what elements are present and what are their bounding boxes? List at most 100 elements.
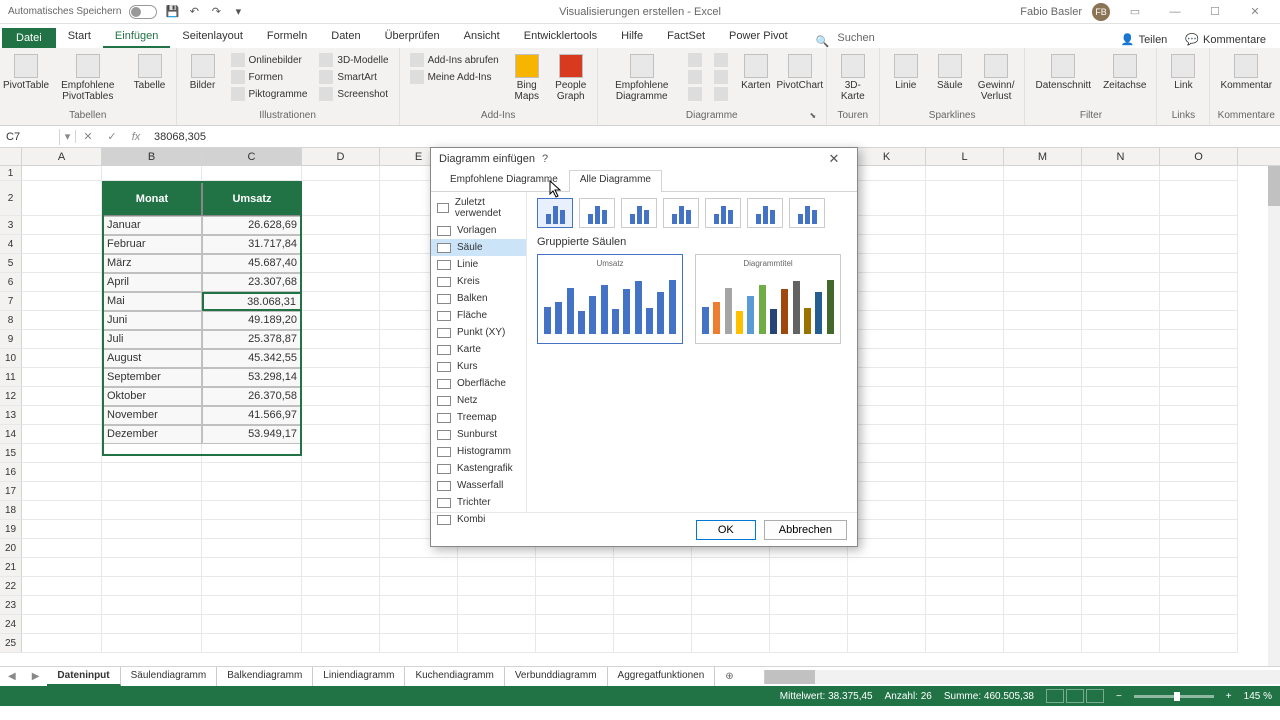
cell-A16[interactable] (22, 463, 102, 482)
cell-K16[interactable] (848, 463, 926, 482)
row-header-12[interactable]: 12 (0, 387, 22, 406)
user-name[interactable]: Fabio Basler (1020, 6, 1082, 18)
cell-O7[interactable] (1160, 292, 1238, 311)
ribbon-tab-formeln[interactable]: Formeln (255, 26, 319, 48)
row-header-2[interactable]: 2 (0, 181, 22, 216)
cell-M6[interactable] (1004, 273, 1082, 292)
cell-O23[interactable] (1160, 596, 1238, 615)
cell-A5[interactable] (22, 254, 102, 273)
cell-B10[interactable]: August (102, 349, 202, 368)
icons-button[interactable]: Piktogramme (227, 86, 312, 102)
cell-G23[interactable] (536, 596, 614, 615)
cell-C7[interactable]: 38.068,31 (202, 292, 302, 311)
cell-A4[interactable] (22, 235, 102, 254)
cell-L16[interactable] (926, 463, 1004, 482)
pictures-button[interactable]: Bilder (183, 52, 223, 93)
cell-O4[interactable] (1160, 235, 1238, 254)
col-header-K[interactable]: K (848, 148, 926, 165)
row-header-20[interactable]: 20 (0, 539, 22, 558)
row-header-18[interactable]: 18 (0, 501, 22, 520)
cell-K1[interactable] (848, 166, 926, 181)
cell-J22[interactable] (770, 577, 848, 596)
cell-D10[interactable] (302, 349, 380, 368)
cell-B7[interactable]: Mai (102, 292, 202, 311)
cell-B25[interactable] (102, 634, 202, 653)
cell-M23[interactable] (1004, 596, 1082, 615)
cell-D11[interactable] (302, 368, 380, 387)
cell-B1[interactable] (102, 166, 202, 181)
cell-J24[interactable] (770, 615, 848, 634)
cell-A22[interactable] (22, 577, 102, 596)
cell-D19[interactable] (302, 520, 380, 539)
cell-B22[interactable] (102, 577, 202, 596)
cell-K8[interactable] (848, 311, 926, 330)
cell-B16[interactable] (102, 463, 202, 482)
cell-C20[interactable] (202, 539, 302, 558)
cell-N20[interactable] (1082, 539, 1160, 558)
cell-M22[interactable] (1004, 577, 1082, 596)
row-header-11[interactable]: 11 (0, 368, 22, 387)
cell-L13[interactable] (926, 406, 1004, 425)
cell-I23[interactable] (692, 596, 770, 615)
cell-M24[interactable] (1004, 615, 1082, 634)
tab-recommended-charts[interactable]: Empfohlene Diagramme (439, 170, 569, 191)
chart-combo-button[interactable] (710, 86, 732, 102)
cell-N9[interactable] (1082, 330, 1160, 349)
cell-M1[interactable] (1004, 166, 1082, 181)
cell-D7[interactable] (302, 292, 380, 311)
cell-M14[interactable] (1004, 425, 1082, 444)
cell-A15[interactable] (22, 444, 102, 463)
peoplegraph-button[interactable]: People Graph (551, 52, 591, 104)
cell-L3[interactable] (926, 216, 1004, 235)
cell-D21[interactable] (302, 558, 380, 577)
chart-type-linie[interactable]: Linie (431, 256, 526, 273)
file-tab[interactable]: Datei (2, 28, 56, 48)
cell-A6[interactable] (22, 273, 102, 292)
cell-N13[interactable] (1082, 406, 1160, 425)
comment-button[interactable]: Kommentar (1216, 52, 1276, 93)
cell-L4[interactable] (926, 235, 1004, 254)
zoom-level[interactable]: 145 % (1244, 691, 1272, 702)
row-header-6[interactable]: 6 (0, 273, 22, 292)
pivotchart-button[interactable]: PivotChart (780, 52, 820, 93)
zoom-out-button[interactable]: − (1116, 691, 1122, 702)
cell-M17[interactable] (1004, 482, 1082, 501)
cell-N1[interactable] (1082, 166, 1160, 181)
timeline-button[interactable]: Zeitachse (1099, 52, 1150, 93)
cell-O8[interactable] (1160, 311, 1238, 330)
cell-B17[interactable] (102, 482, 202, 501)
cell-L12[interactable] (926, 387, 1004, 406)
ribbon-tab-entwicklertools[interactable]: Entwicklertools (512, 26, 609, 48)
cell-O5[interactable] (1160, 254, 1238, 273)
cell-A25[interactable] (22, 634, 102, 653)
cell-L11[interactable] (926, 368, 1004, 387)
ribbon-tab-seitenlayout[interactable]: Seitenlayout (170, 26, 255, 48)
ok-button[interactable]: OK (696, 520, 756, 540)
cell-C22[interactable] (202, 577, 302, 596)
chart-hierarchy-button[interactable] (684, 69, 706, 85)
3dmodel-button[interactable]: 3D-Modelle (315, 52, 392, 68)
chart-type-punktxy[interactable]: Punkt (XY) (431, 324, 526, 341)
cell-D4[interactable] (302, 235, 380, 254)
chart-column-button[interactable] (684, 52, 706, 68)
cell-H25[interactable] (614, 634, 692, 653)
comments-button[interactable]: 💬Kommentare (1177, 31, 1274, 48)
cell-F25[interactable] (458, 634, 536, 653)
sheet-tab-balkendiagramm[interactable]: Balkendiagramm (217, 667, 313, 686)
sheet-tab-dateninput[interactable]: Dateninput (47, 667, 120, 686)
ribbon-tab-ansicht[interactable]: Ansicht (452, 26, 512, 48)
ribbon-tab-einfügen[interactable]: Einfügen (103, 26, 170, 48)
cell-F23[interactable] (458, 596, 536, 615)
cancel-formula-icon[interactable]: ✕ (76, 130, 100, 143)
chart-type-histogramm[interactable]: Histogramm (431, 443, 526, 460)
cell-M21[interactable] (1004, 558, 1082, 577)
cell-B20[interactable] (102, 539, 202, 558)
cell-M3[interactable] (1004, 216, 1082, 235)
cell-N16[interactable] (1082, 463, 1160, 482)
cell-L8[interactable] (926, 311, 1004, 330)
cell-A23[interactable] (22, 596, 102, 615)
cell-M2[interactable] (1004, 181, 1082, 216)
cell-G25[interactable] (536, 634, 614, 653)
col-header-M[interactable]: M (1004, 148, 1082, 165)
chart-subtype-1[interactable] (579, 198, 615, 228)
